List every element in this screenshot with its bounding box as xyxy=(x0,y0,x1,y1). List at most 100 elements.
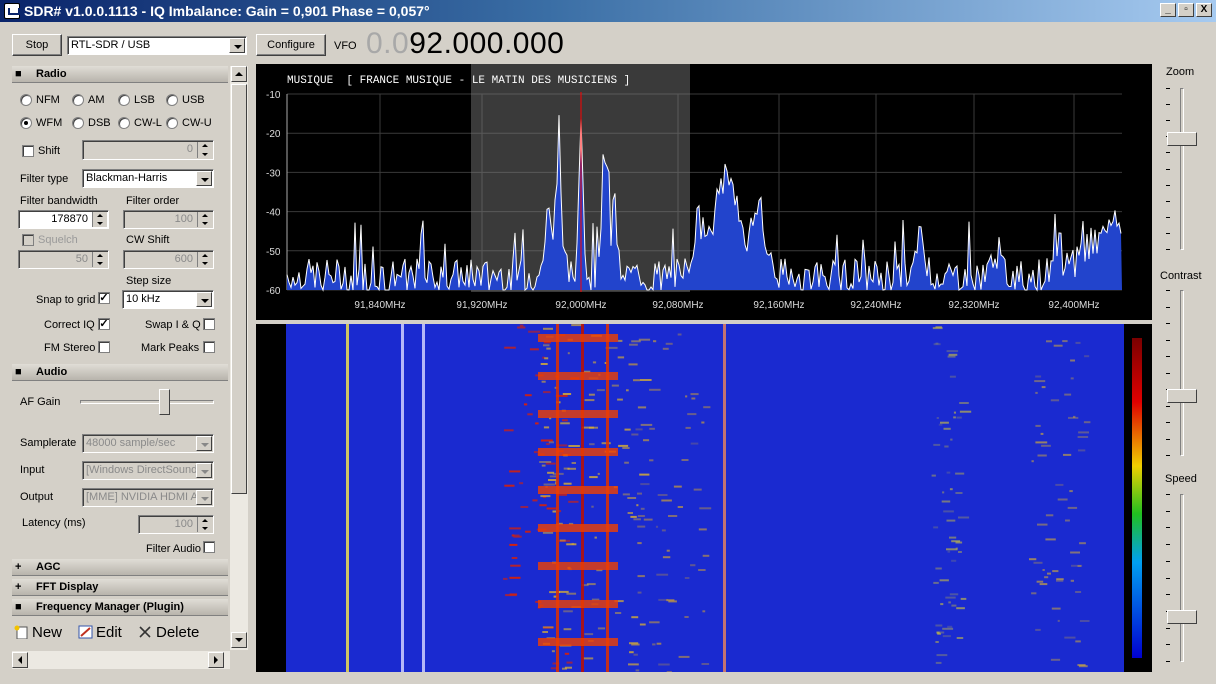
y-tick-label: -40 xyxy=(266,208,281,219)
vfo-frequency-display[interactable]: 0.092.000.000 xyxy=(366,27,564,61)
configure-button[interactable]: Configure xyxy=(256,34,326,56)
chevron-down-icon[interactable] xyxy=(196,490,212,505)
snap-to-grid-checkbox[interactable]: ✓ xyxy=(98,292,110,304)
waterfall-pixel xyxy=(589,443,595,446)
speed-slider[interactable] xyxy=(1166,494,1198,662)
step-size-value: 10 kHz xyxy=(126,293,161,305)
close-button[interactable]: X xyxy=(1196,3,1212,17)
radio-mode-lsb[interactable] xyxy=(118,94,130,106)
chevron-down-icon[interactable] xyxy=(196,292,212,307)
correct-iq-checkbox[interactable]: ✓ xyxy=(98,318,110,330)
waterfall-pixel xyxy=(511,557,518,559)
filter-bandwidth-spinner[interactable]: 178870 xyxy=(18,210,109,229)
waterfall-pixel xyxy=(935,326,942,328)
waterfall-burst xyxy=(538,524,618,532)
edit-button[interactable]: Edit xyxy=(78,624,122,641)
agc-section-header[interactable]: + AGC xyxy=(12,559,228,576)
waterfall-pixel xyxy=(1031,592,1037,595)
spinner-arrows-icon[interactable] xyxy=(92,212,107,227)
collapse-icon[interactable]: ■ xyxy=(15,602,22,613)
step-size-select[interactable]: 10 kHz xyxy=(122,290,214,309)
shift-checkbox[interactable] xyxy=(22,145,34,157)
spinner-arrows-icon[interactable] xyxy=(197,517,212,532)
output-value: [MME] NVIDIA HDMI A xyxy=(86,491,198,503)
delete-label: Delete xyxy=(156,624,200,641)
maximize-button[interactable]: ▫ xyxy=(1178,3,1194,17)
scroll-up-button[interactable] xyxy=(231,66,247,82)
input-select[interactable]: [Windows DirectSound] xyxy=(82,461,214,480)
stop-button[interactable]: Stop xyxy=(12,34,62,56)
scroll-down-button[interactable] xyxy=(231,632,247,648)
expand-icon[interactable]: + xyxy=(15,562,21,573)
radio-mode-nfm[interactable] xyxy=(20,94,32,106)
af-gain-slider[interactable] xyxy=(80,386,214,416)
chevron-down-icon[interactable] xyxy=(196,463,212,478)
filter-type-select[interactable]: Blackman-Harris xyxy=(82,169,214,188)
waterfall-pixel xyxy=(512,534,515,537)
radio-mode-am[interactable] xyxy=(72,94,84,106)
spinner-arrows-icon[interactable] xyxy=(197,212,212,227)
collapse-icon[interactable]: ■ xyxy=(15,367,22,378)
scroll-left-button[interactable] xyxy=(12,652,28,668)
device-select[interactable]: RTL-SDR / USB xyxy=(67,36,247,55)
waterfall-display[interactable] xyxy=(256,324,1152,672)
zoom-slider[interactable] xyxy=(1166,88,1198,250)
filter-audio-checkbox[interactable] xyxy=(203,541,215,553)
collapse-icon[interactable]: ■ xyxy=(15,69,22,80)
cw-shift-spinner[interactable]: 600 xyxy=(123,250,214,269)
slider-thumb[interactable] xyxy=(1167,610,1197,624)
waterfall-pixel xyxy=(1075,591,1082,593)
fft-display-section-header[interactable]: + FFT Display xyxy=(12,579,228,596)
waterfall-pixel xyxy=(1056,579,1064,582)
squelch-checkbox[interactable] xyxy=(22,234,34,246)
slider-thumb[interactable] xyxy=(1167,389,1197,403)
chevron-down-icon[interactable] xyxy=(229,38,245,53)
shift-spinner[interactable]: 0 xyxy=(82,140,214,160)
waterfall-pixel xyxy=(939,579,949,582)
samplerate-select[interactable]: 48000 sample/sec xyxy=(82,434,214,453)
output-select[interactable]: [MME] NVIDIA HDMI A xyxy=(82,488,214,507)
waterfall-pixel xyxy=(1035,391,1038,394)
slider-thumb[interactable] xyxy=(1167,132,1197,146)
chevron-down-icon[interactable] xyxy=(196,171,212,186)
chevron-down-icon[interactable] xyxy=(196,436,212,451)
scroll-right-button[interactable] xyxy=(208,652,224,668)
left-panel-hscrollbar[interactable] xyxy=(12,651,230,669)
spinner-arrows-icon[interactable] xyxy=(197,252,212,267)
minimize-button[interactable]: _ xyxy=(1160,3,1176,17)
filter-order-spinner[interactable]: 100 xyxy=(123,210,214,229)
spinner-arrows-icon[interactable] xyxy=(92,252,107,267)
expand-icon[interactable]: + xyxy=(15,582,21,593)
delete-button[interactable]: Delete xyxy=(138,624,199,641)
spectrum-analyzer[interactable]: MUSIQUE [ FRANCE MUSIQUE - LE MATIN DES … xyxy=(256,64,1152,320)
contrast-slider[interactable] xyxy=(1166,290,1198,456)
audio-section-header[interactable]: ■ Audio xyxy=(12,364,228,381)
mark-peaks-checkbox[interactable] xyxy=(203,341,215,353)
fm-stereo-checkbox[interactable] xyxy=(98,341,110,353)
radio-mode-wfm[interactable] xyxy=(20,117,32,129)
waterfall-pixel xyxy=(698,528,707,531)
radio-mode-cwl[interactable] xyxy=(118,117,130,129)
waterfall-pixel xyxy=(685,395,688,398)
frequency-manager-section-header[interactable]: ■ Frequency Manager (Plugin) xyxy=(12,599,228,616)
af-gain-thumb[interactable] xyxy=(159,389,170,415)
mode-label-wfm: WFM xyxy=(36,117,63,129)
vfo-frequency-dim: 0.0 xyxy=(366,27,410,60)
scroll-thumb[interactable] xyxy=(231,84,247,494)
spinner-arrows-icon[interactable] xyxy=(197,142,212,158)
waterfall-pixel xyxy=(947,355,956,358)
radio-section-header[interactable]: ■ Radio xyxy=(12,66,228,83)
waterfall-pixel xyxy=(956,416,962,419)
new-button[interactable]: New xyxy=(14,624,62,641)
delete-x-icon xyxy=(139,626,151,638)
latency-spinner[interactable]: 100 xyxy=(138,515,214,534)
radio-mode-cwu[interactable] xyxy=(166,117,178,129)
radio-mode-usb[interactable] xyxy=(166,94,178,106)
squelch-spinner[interactable]: 50 xyxy=(18,250,109,269)
swap-iq-checkbox[interactable] xyxy=(203,318,215,330)
left-panel-scrollbar[interactable] xyxy=(230,66,248,650)
waterfall-pixel xyxy=(673,485,682,488)
radio-mode-dsb[interactable] xyxy=(72,117,84,129)
waterfall-pixel xyxy=(701,421,705,424)
waterfall-pixel xyxy=(542,531,554,534)
